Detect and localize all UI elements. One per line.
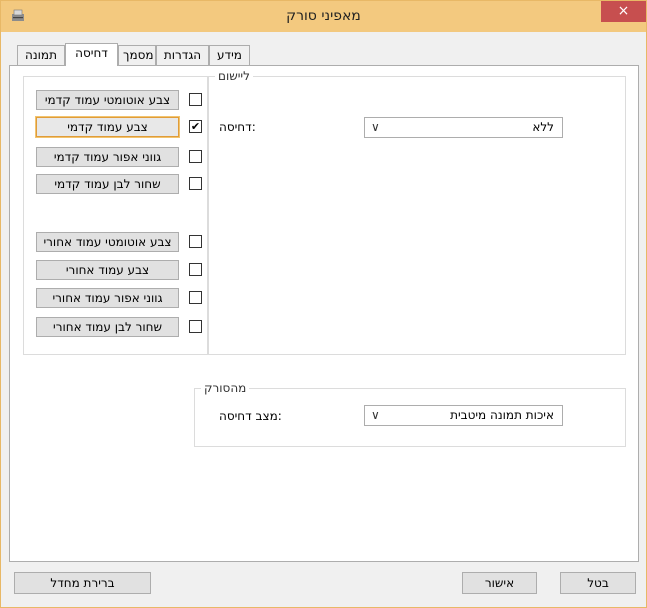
front-auto-color-button[interactable]: צבע אוטומטי עמוד קדמי bbox=[36, 90, 179, 110]
tab-compression[interactable]: דחיסה bbox=[65, 43, 118, 66]
compression-select[interactable]: ללא ∨ bbox=[364, 117, 563, 138]
rear-gray-button[interactable]: גווני אפור עמוד אחורי bbox=[36, 288, 179, 308]
tab-info[interactable]: מידע bbox=[209, 45, 250, 65]
front-auto-color-row: צבע אוטומטי עמוד קדמי bbox=[24, 90, 209, 112]
tab-document[interactable]: מסמך bbox=[118, 45, 156, 65]
compression-select-value: ללא bbox=[532, 120, 554, 134]
rear-auto-color-row: צבע אוטומטי עמוד אחורי bbox=[24, 232, 209, 254]
default-button[interactable]: ברירת מחדל bbox=[14, 572, 151, 594]
front-gray-button[interactable]: גווני אפור עמוד קדמי bbox=[36, 147, 179, 167]
front-color-button[interactable]: צבע עמוד קדמי bbox=[36, 117, 179, 137]
chevron-down-icon: ∨ bbox=[371, 408, 380, 422]
rear-auto-color-checkbox[interactable] bbox=[189, 235, 202, 248]
ok-button[interactable]: אישור bbox=[462, 572, 537, 594]
tab-settings[interactable]: הגדרות bbox=[156, 45, 209, 65]
rear-color-checkbox[interactable] bbox=[189, 263, 202, 276]
rear-auto-color-button[interactable]: צבע אוטומטי עמוד אחורי bbox=[36, 232, 179, 252]
compression-mode-select[interactable]: איכות תמונה מיטבית ∨ bbox=[364, 405, 563, 426]
scanner-properties-window: מאפיני סורק × מידע הגדרות מסמך דחיסה תמו… bbox=[0, 0, 647, 608]
compression-tab-panel: צבע אוטומטי עמוד קדמי צבע עמוד קדמי ✔ גו… bbox=[9, 65, 639, 562]
title-bar: מאפיני סורק × bbox=[1, 1, 646, 32]
rear-color-row: צבע עמוד אחורי bbox=[24, 260, 209, 282]
front-auto-color-checkbox[interactable] bbox=[189, 93, 202, 106]
scanner-group: מהסורק :מצב דחיסה איכות תמונה מיטבית ∨ bbox=[194, 381, 626, 447]
rear-bw-row: שחור לבן עמוד אחורי bbox=[24, 317, 209, 339]
rear-bw-button[interactable]: שחור לבן עמוד אחורי bbox=[36, 317, 179, 337]
window-title: מאפיני סורק bbox=[286, 8, 361, 24]
rear-gray-row: גווני אפור עמוד אחורי bbox=[24, 288, 209, 310]
front-bw-button[interactable]: שחור לבן עמוד קדמי bbox=[36, 174, 179, 194]
front-bw-checkbox[interactable] bbox=[189, 177, 202, 190]
scanner-group-label: מהסורק bbox=[201, 381, 250, 395]
rear-gray-checkbox[interactable] bbox=[189, 291, 202, 304]
front-gray-row: גווני אפור עמוד קדמי bbox=[24, 147, 209, 169]
front-bw-row: שחור לבן עמוד קדמי bbox=[24, 174, 209, 196]
front-color-checkbox[interactable]: ✔ bbox=[189, 120, 202, 133]
front-gray-checkbox[interactable] bbox=[189, 150, 202, 163]
rear-color-button[interactable]: צבע עמוד אחורי bbox=[36, 260, 179, 280]
rear-bw-checkbox[interactable] bbox=[189, 320, 202, 333]
cancel-button[interactable]: בטל bbox=[560, 572, 636, 594]
tab-image[interactable]: תמונה bbox=[17, 45, 65, 65]
compression-mode-label: :מצב דחיסה bbox=[219, 409, 282, 423]
image-type-list: צבע אוטומטי עמוד קדמי צבע עמוד קדמי ✔ גו… bbox=[23, 76, 208, 355]
compression-label: :דחיסה bbox=[219, 120, 256, 134]
close-button[interactable]: × bbox=[601, 1, 646, 22]
tab-strip: מידע הגדרות מסמך דחיסה תמונה bbox=[1, 43, 646, 66]
registration-group: ליישום :דחיסה ללא ∨ bbox=[208, 69, 626, 355]
registration-group-label: ליישום bbox=[215, 69, 253, 83]
front-color-row: צבע עמוד קדמי ✔ bbox=[24, 117, 209, 139]
chevron-down-icon: ∨ bbox=[371, 120, 380, 134]
compression-mode-select-value: איכות תמונה מיטבית bbox=[450, 408, 554, 422]
